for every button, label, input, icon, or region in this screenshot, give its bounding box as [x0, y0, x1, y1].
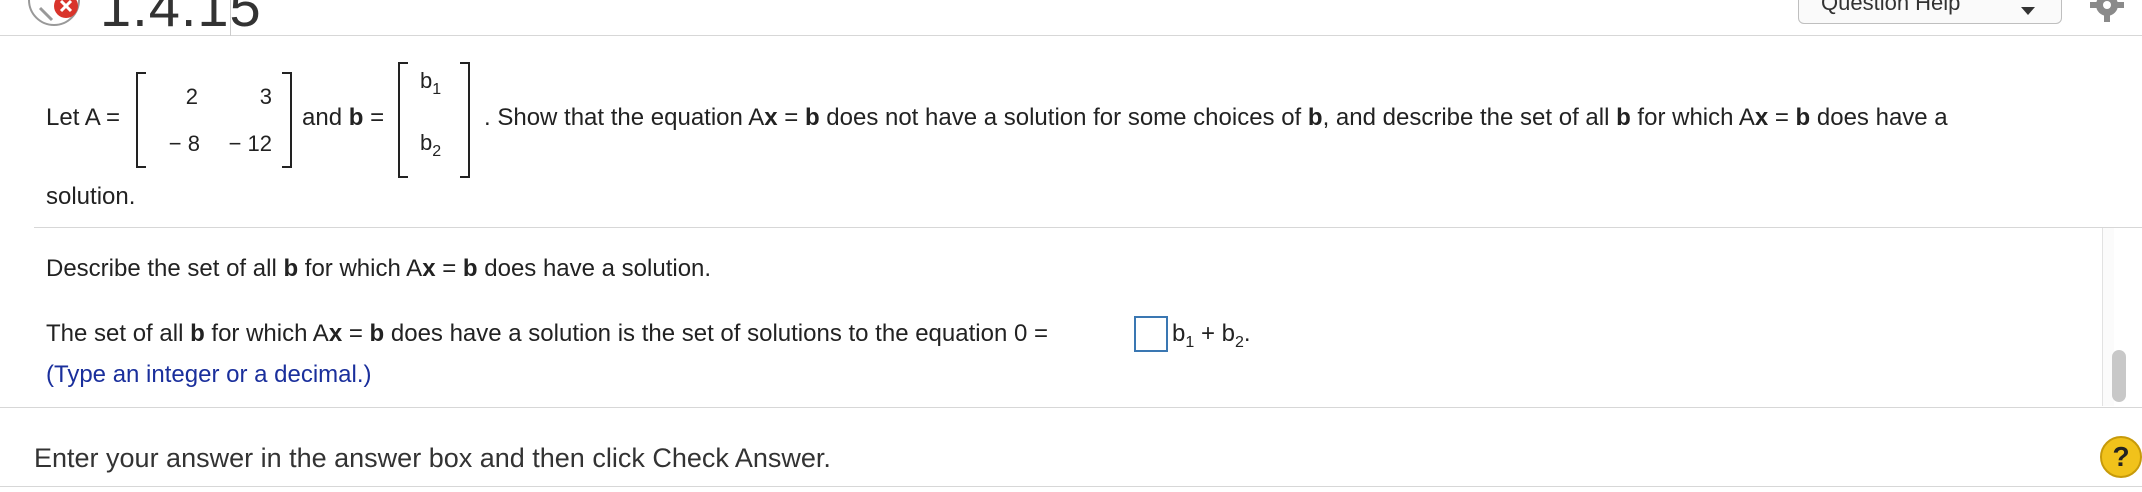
- question-number: 1.4.15: [100, 0, 262, 38]
- and-b-label: and b =: [302, 104, 385, 131]
- answer-statement: The set of all b for which Ax = b does h…: [46, 320, 1048, 347]
- question-help-button[interactable]: Question Help: [1798, 0, 2062, 24]
- input-hint: (Type an integer or a decimal.): [46, 361, 372, 388]
- matrix-a-cell: 2: [185, 84, 198, 109]
- vector-b-entry-1: b1: [420, 68, 442, 98]
- coefficient-answer-input[interactable]: [1134, 316, 1168, 352]
- incorrect-x-icon: [28, 0, 80, 26]
- let-a-label: Let A =: [46, 104, 121, 131]
- matrix-a-cell: − 8: [168, 131, 200, 156]
- scrollbar-thumb[interactable]: [2112, 350, 2126, 402]
- bottom-rule: [0, 486, 2142, 487]
- question-page: 1.4.15 Question Help Let A = 2 3 − 8 − 1…: [0, 0, 2142, 492]
- matrix-a-left-bracket: [136, 72, 146, 168]
- vector-b-right-bracket: [460, 62, 470, 178]
- question-help-label: Question Help: [1821, 0, 1961, 15]
- footer-divider: [0, 407, 2142, 408]
- matrix-a-cell: − 12: [228, 131, 272, 156]
- vector-b-entry-2: b2: [420, 130, 442, 160]
- header-divider: [230, 0, 231, 36]
- vector-b-left-bracket: [398, 62, 408, 178]
- help-icon[interactable]: ?: [2100, 436, 2142, 478]
- question-header: 1.4.15 Question Help: [0, 0, 2142, 38]
- answer-equation-tail: b1 + b2.: [1172, 320, 1251, 351]
- chevron-down-icon: [2021, 7, 2035, 15]
- gear-icon[interactable]: [2090, 0, 2124, 22]
- question-statement: . Show that the equation Ax = b does not…: [484, 104, 1948, 131]
- matrix-a-right-bracket: [282, 72, 292, 168]
- matrix-a-cell: 3: [259, 84, 272, 109]
- footer-instruction: Enter your answer in the answer box and …: [34, 443, 831, 473]
- question-continuation: solution.: [46, 183, 136, 210]
- part-prompt: Describe the set of all b for which Ax =…: [46, 255, 712, 282]
